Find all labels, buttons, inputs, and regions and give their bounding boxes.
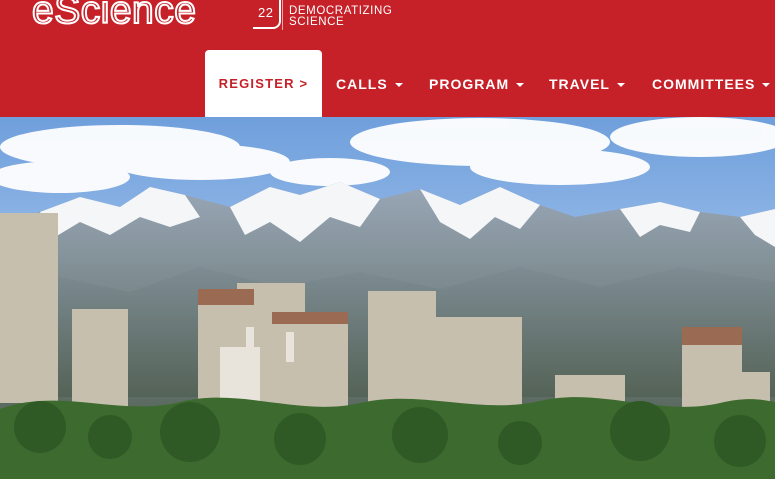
logo-divider [282, 0, 283, 30]
nav-travel-dropdown[interactable]: TRAVEL [549, 50, 625, 117]
site-header: eScience 22 DEMOCRATIZING SCIENCE REGIST… [0, 0, 775, 117]
escience-logo[interactable]: eScience 22 DEMOCRATIZING SCIENCE [31, 0, 392, 34]
nav-register-button[interactable]: REGISTER > [205, 50, 322, 117]
logo-wordmark: eScience [31, 0, 197, 32]
nav-travel-label: TRAVEL [549, 75, 610, 92]
logo-tagline-line2: SCIENCE [289, 16, 345, 28]
logo-tagline: DEMOCRATIZING SCIENCE [289, 5, 392, 28]
caret-down-icon [762, 82, 771, 87]
logo-edition: 22 [258, 5, 274, 20]
nav-program-label: PROGRAM [429, 75, 510, 92]
nav-calls-label: CALLS [336, 75, 388, 92]
caret-down-icon [516, 82, 525, 87]
nav-committees-label: COMMITTEES [652, 75, 756, 92]
skyline-mountains-illustration [0, 117, 775, 479]
caret-down-icon [616, 82, 625, 87]
nav-committees-dropdown[interactable]: COMMITTEES [652, 50, 771, 117]
hero-image [0, 117, 775, 479]
nav-register-label: REGISTER > [218, 76, 309, 91]
nav-calls-dropdown[interactable]: CALLS [336, 50, 403, 117]
nav-program-dropdown[interactable]: PROGRAM [429, 50, 525, 117]
main-navigation: REGISTER > CALLS PROGRAM TRAVEL COMMITTE… [0, 50, 775, 117]
caret-down-icon [394, 82, 403, 87]
